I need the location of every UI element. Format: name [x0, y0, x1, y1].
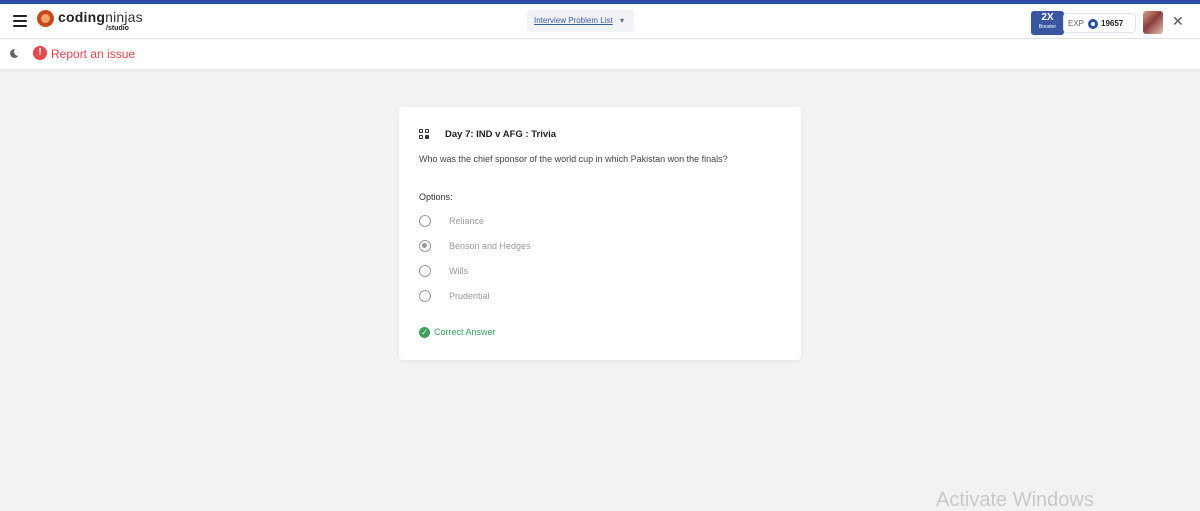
windows-activation-watermark: Activate Windows: [936, 489, 1094, 511]
option-prudential[interactable]: Prudential: [419, 289, 779, 307]
problem-list-label: Interview Problem List: [534, 16, 613, 25]
close-icon[interactable]: ✕: [1172, 14, 1184, 28]
result-message: Correct Answer: [434, 327, 496, 337]
question-card: Day 7: IND v AFG : Trivia Who was the ch…: [399, 107, 801, 360]
option-benson-and-hedges[interactable]: Benson and Hedges: [419, 239, 779, 257]
radio-button[interactable]: [419, 265, 431, 277]
qr-grid-icon: [419, 129, 430, 140]
option-label: Benson and Hedges: [449, 241, 531, 251]
booster-badge[interactable]: 2X Booster: [1031, 11, 1064, 35]
app-header: codingninjas /studio Interview Problem L…: [0, 4, 1200, 39]
option-reliance[interactable]: Reliance: [419, 214, 779, 232]
exp-counter: EXP 19657: [1063, 13, 1136, 33]
report-issue-link[interactable]: Report an issue: [51, 47, 135, 61]
radio-button-selected[interactable]: [419, 240, 431, 252]
brand-sub: /studio: [106, 25, 129, 32]
problem-list-dropdown[interactable]: Interview Problem List ▾: [527, 10, 634, 32]
theme-toggle-icon[interactable]: [10, 49, 19, 58]
question-title: Day 7: IND v AFG : Trivia: [445, 129, 557, 140]
alert-icon[interactable]: !: [33, 46, 47, 60]
menu-icon[interactable]: [13, 15, 27, 27]
coin-icon: [1088, 19, 1098, 29]
exp-label: EXP: [1068, 19, 1085, 28]
booster-label: Booster: [1038, 24, 1057, 30]
option-label: Wills: [449, 266, 468, 276]
brand-name: codingninjas: [58, 9, 143, 25]
exp-value: 19657: [1101, 19, 1124, 28]
option-label: Prudential: [449, 291, 490, 301]
avatar[interactable]: [1143, 11, 1163, 34]
check-circle-icon: ✓: [419, 327, 430, 338]
booster-multiplier: 2X: [1041, 12, 1054, 23]
option-label: Reliance: [449, 216, 485, 226]
sub-toolbar: ! Report an issue: [0, 39, 1200, 69]
option-wills[interactable]: Wills: [419, 264, 779, 282]
options-heading: Options:: [419, 192, 453, 202]
radio-button[interactable]: [419, 290, 431, 302]
chevron-down-icon: ▾: [620, 16, 625, 25]
question-text: Who was the chief sponsor of the world c…: [419, 154, 728, 164]
radio-button[interactable]: [419, 215, 431, 227]
logo-icon: [37, 10, 54, 27]
